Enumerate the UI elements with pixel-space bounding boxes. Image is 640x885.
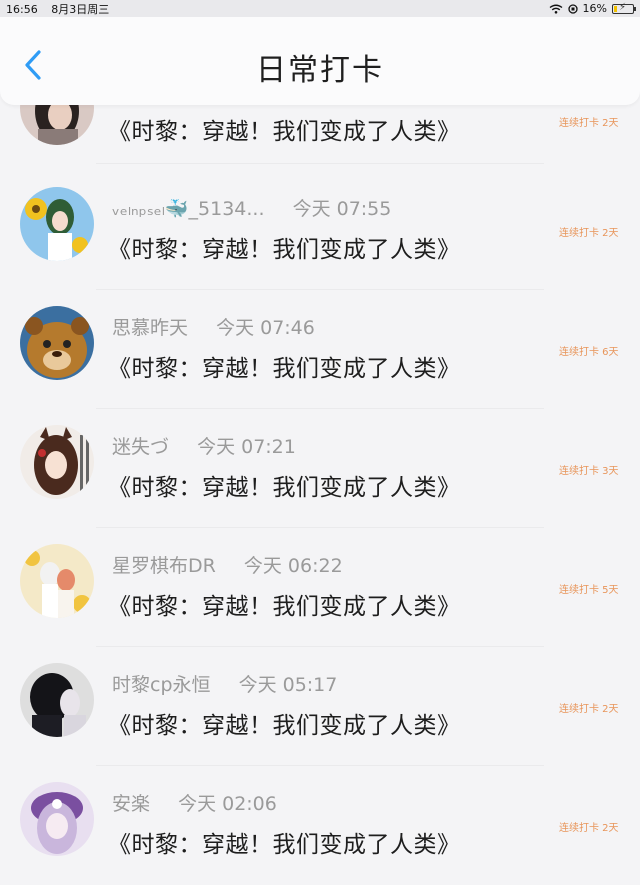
checkin-message: 《时黎：穿越！我们变成了人类》: [108, 594, 461, 620]
username[interactable]: 安楽: [112, 793, 150, 815]
battery-fill: [614, 5, 617, 12]
checkin-list: 《时黎：穿越！我们变成了人类》 连续打卡 2天 ᵥₑₗₙₚₛₑₗ🐳_5134..…: [0, 0, 640, 858]
streak-label: 连续打卡 5天: [559, 585, 619, 596]
username[interactable]: 星罗棋布DR: [112, 555, 216, 577]
divider: [96, 646, 544, 647]
status-time: 16:56: [6, 2, 38, 16]
streak-label: 连续打卡 2天: [559, 118, 619, 129]
avatar[interactable]: [20, 425, 94, 499]
divider: [96, 765, 544, 766]
checkin-meta: 时黎cp永恒 今天 05:17: [112, 670, 337, 697]
status-bar: 16:56 8月3日周三 16% ⚡: [0, 0, 640, 17]
username[interactable]: 时黎cp永恒: [112, 674, 211, 696]
page-title: 日常打卡: [256, 53, 384, 88]
checkin-time: 今天 07:55: [292, 198, 392, 220]
checkin-message: 《时黎：穿越！我们变成了人类》: [108, 356, 461, 382]
streak-label: 连续打卡 2天: [559, 823, 619, 834]
list-item[interactable]: 时黎cp永恒 今天 05:17 《时黎：穿越！我们变成了人类》 连续打卡 2天: [0, 648, 640, 766]
streak-label: 连续打卡 2天: [559, 704, 619, 715]
checkin-meta: 安楽 今天 02:06: [112, 789, 277, 816]
checkin-time: 今天 02:06: [178, 793, 277, 815]
avatar[interactable]: [20, 187, 94, 261]
divider: [96, 289, 544, 290]
battery-percent: 16%: [582, 2, 607, 15]
list-item[interactable]: ᵥₑₗₙₚₛₑₗ🐳_5134... 今天 07:55 《时黎：穿越！我们变成了人…: [0, 172, 640, 290]
checkin-time: 今天 05:17: [238, 674, 338, 696]
wifi-icon: [549, 4, 562, 14]
avatar[interactable]: [20, 782, 94, 856]
checkin-meta: 思慕昨天 今天 07:46: [112, 313, 315, 340]
list-item[interactable]: 迷失づ 今天 07:21 《时黎：穿越！我们变成了人类》 连续打卡 3天: [0, 410, 640, 528]
checkin-meta: 星罗棋布DR 今天 06:22: [112, 551, 343, 578]
divider: [96, 163, 544, 164]
avatar[interactable]: [20, 544, 94, 618]
checkin-message: 《时黎：穿越！我们变成了人类》: [108, 119, 461, 145]
status-date: 8月3日周三: [51, 2, 110, 16]
checkin-message: 《时黎：穿越！我们变成了人类》: [108, 713, 461, 739]
list-item[interactable]: 星罗棋布DR 今天 06:22 《时黎：穿越！我们变成了人类》 连续打卡 5天: [0, 529, 640, 647]
checkin-message: 《时黎：穿越！我们变成了人类》: [108, 237, 461, 263]
streak-label: 连续打卡 3天: [559, 466, 619, 477]
streak-label: 连续打卡 6天: [559, 347, 619, 358]
checkin-meta: ᵥₑₗₙₚₛₑₗ🐳_5134... 今天 07:55: [112, 194, 391, 221]
username[interactable]: ᵥₑₗₙₚₛₑₗ🐳_5134...: [112, 198, 265, 220]
checkin-time: 今天 06:22: [243, 555, 343, 577]
divider: [96, 408, 544, 409]
checkin-time: 今天 07:46: [216, 317, 315, 339]
username[interactable]: 迷失づ: [112, 436, 169, 458]
orientation-lock-icon: [567, 3, 578, 14]
battery-icon: ⚡: [612, 2, 636, 14]
list-item[interactable]: 安楽 今天 02:06 《时黎：穿越！我们变成了人类》 连续打卡 2天: [0, 767, 640, 885]
nav-header: 日常打卡: [0, 17, 640, 105]
avatar[interactable]: [20, 663, 94, 737]
divider: [96, 527, 544, 528]
list-item[interactable]: 思慕昨天 今天 07:46 《时黎：穿越！我们变成了人类》 连续打卡 6天: [0, 291, 640, 409]
checkin-message: 《时黎：穿越！我们变成了人类》: [108, 475, 461, 501]
streak-label: 连续打卡 2天: [559, 228, 619, 239]
checkin-meta: 迷失づ 今天 07:21: [112, 432, 296, 459]
avatar[interactable]: [20, 306, 94, 380]
checkin-time: 今天 07:21: [197, 436, 296, 458]
checkin-message: 《时黎：穿越！我们变成了人类》: [108, 832, 461, 858]
username[interactable]: 思慕昨天: [112, 317, 188, 339]
